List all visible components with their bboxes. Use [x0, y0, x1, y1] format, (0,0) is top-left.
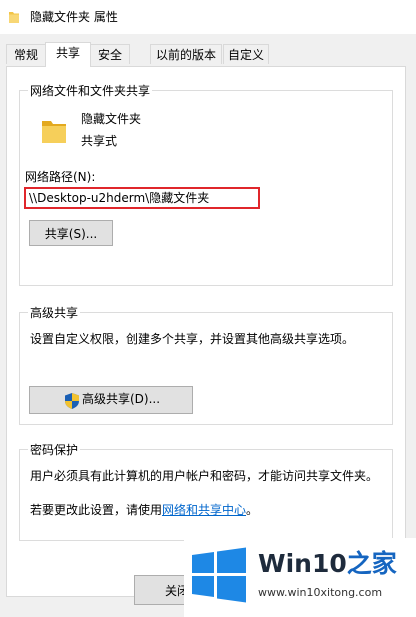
title-bar: 隐藏文件夹 属性 [0, 0, 416, 34]
change-setting-text: 若要更改此设置，请使用网络和共享中心。 [30, 502, 258, 518]
sharing-panel: 网络文件和文件夹共享 隐藏文件夹 共享式 网络路径(N): \\Desktop-… [6, 66, 406, 597]
shared-folder-icon [42, 121, 66, 143]
window-title: 隐藏文件夹 属性 [30, 10, 118, 24]
tab-general[interactable]: 常规 [6, 44, 46, 64]
change-setting-prefix: 若要更改此设置，请使用 [30, 503, 163, 517]
network-path-label: 网络路径(N): [25, 170, 96, 184]
password-protect-group: 密码保护 用户必须具有此计算机的用户帐户和密码，才能访问共享文件夹。 若要更改此… [19, 442, 393, 541]
tab-customize[interactable]: 自定义 [223, 44, 269, 64]
watermark-badge: Win10之家 www.win10xitong.com [184, 538, 416, 617]
watermark-brand: Win10之家 [258, 548, 397, 580]
folder-icon [9, 12, 19, 23]
uac-shield-icon [65, 393, 79, 409]
watermark-brand-accent: 之家 [346, 549, 397, 578]
password-protect-description: 用户必须具有此计算机的用户帐户和密码，才能访问共享文件夹。 [30, 469, 379, 483]
tab-sharing[interactable]: 共享 [45, 42, 91, 67]
watermark-brand-main: Win10 [258, 549, 347, 578]
network-sharing-center-link[interactable]: 网络和共享中心 [162, 503, 246, 517]
windows-logo-icon [192, 547, 246, 603]
watermark-url: www.win10xitong.com [258, 586, 383, 599]
network-share-group-title: 网络文件和文件夹共享 [28, 83, 153, 99]
advanced-share-group-title: 高级共享 [28, 305, 81, 321]
advanced-share-button-label: 高级共享(D)... [82, 392, 161, 406]
tab-previous-versions[interactable]: 以前的版本 [150, 44, 222, 64]
folder-name: 隐藏文件夹 [81, 112, 142, 126]
share-button[interactable]: 共享(S)... [29, 220, 113, 246]
change-setting-suffix: 。 [246, 503, 259, 517]
advanced-share-button[interactable]: 高级共享(D)... [29, 386, 193, 414]
password-protect-group-title: 密码保护 [28, 442, 81, 458]
dialog-client: 常规 共享 安全 以前的版本 自定义 网络文件和文件夹共享 隐藏文件夹 共享式 … [0, 34, 416, 617]
advanced-share-group: 高级共享 设置自定义权限，创建多个共享，并设置其他高级共享选项。 高级共享(D)… [19, 305, 393, 425]
network-path-field[interactable]: \\Desktop-u2hderm\隐藏文件夹 [24, 187, 260, 209]
tab-security[interactable]: 安全 [90, 44, 130, 64]
network-share-group: 网络文件和文件夹共享 隐藏文件夹 共享式 网络路径(N): \\Desktop-… [19, 83, 393, 286]
advanced-share-description: 设置自定义权限，创建多个共享，并设置其他高级共享选项。 [30, 332, 355, 346]
share-status: 共享式 [81, 134, 118, 148]
